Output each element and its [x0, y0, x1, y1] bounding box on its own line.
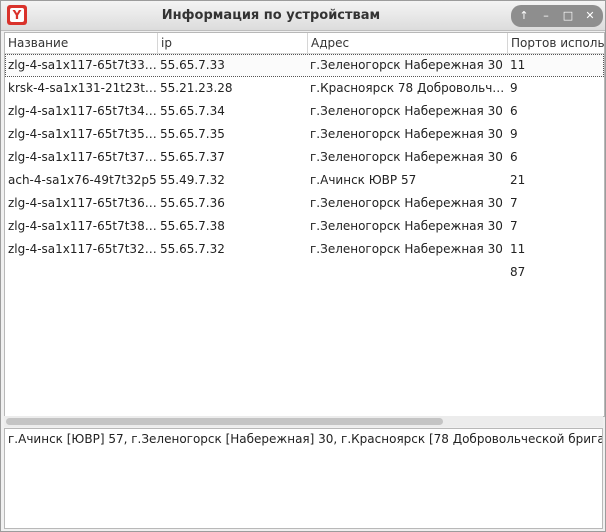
table-row[interactable]: zlg-4-sa1x117-65t7t37p6 55.65.7.37 г.Зелен…: [5, 146, 604, 169]
summary-text-area[interactable]: г.Ачинск [ЮВР] 57, г.Зеленогорск [Набере…: [4, 428, 603, 529]
cell-ports: 7: [510, 219, 518, 233]
cell-ports: 6: [510, 150, 518, 164]
window-title: Информация по устройствам: [161, 8, 381, 23]
column-header-address[interactable]: Адрес: [307, 33, 507, 53]
keep-above-button[interactable]: ↑: [513, 5, 535, 27]
device-info-window: Y Информация по устройствам ↑ – □ ✕ Назв…: [0, 0, 606, 532]
cell-name: zlg-4-sa1x117-65t7t33p2: [8, 58, 157, 72]
cell-ip: 55.65.7.36: [160, 196, 225, 210]
cell-address: г.Зеленогорск Набережная 30: [310, 104, 503, 118]
column-header-name[interactable]: Название: [5, 33, 157, 53]
table-row[interactable]: ach-4-sa1x76-49t7t32p5 55.49.7.32 г.Ачинск…: [5, 169, 604, 192]
cell-address: г.Зеленогорск Набережная 30: [310, 219, 503, 233]
minimize-button[interactable]: –: [535, 5, 557, 27]
cell-address: г.Зеленогорск Набережная 30: [310, 58, 503, 72]
cell-ip: [157, 261, 307, 284]
cell-name: zlg-4-sa1x117-65t7t38p7: [8, 219, 157, 233]
table-row[interactable]: zlg-4-sa1x117-65t7t36p5 55.65.7.36 г.Зелен…: [5, 192, 604, 215]
cell-address: г.Зеленогорск Набережная 30: [310, 196, 503, 210]
table-row[interactable]: zlg-4-sa1x117-65t7t34p3 55.65.7.34 г.Зелен…: [5, 100, 604, 123]
cell-ports: 7: [510, 196, 518, 210]
cell-ports: 9: [510, 127, 518, 141]
column-header-ports[interactable]: Портов использовано: [507, 33, 604, 53]
devices-table[interactable]: Название ip Адрес Портов использовано zl…: [4, 32, 605, 417]
scrollbar-thumb[interactable]: [6, 418, 443, 425]
cell-ip: 55.21.23.28: [160, 81, 233, 95]
close-button[interactable]: ✕: [579, 5, 601, 27]
cell-name: [5, 261, 157, 284]
cell-ports: 9: [510, 81, 518, 95]
maximize-button[interactable]: □: [557, 5, 579, 27]
table-row[interactable]: 87: [5, 261, 604, 284]
table-row[interactable]: zlg-4-sa1x117-65t7t33p2 55.65.7.33 г.Зелен…: [5, 54, 604, 77]
cell-name: ach-4-sa1x76-49t7t32p5: [8, 173, 157, 187]
window-controls: ↑ – □ ✕: [511, 5, 603, 27]
cell-ip: 55.49.7.32: [160, 173, 225, 187]
cell-ip: 55.65.7.38: [160, 219, 225, 233]
cell-address: г.Зеленогорск Набережная 30: [310, 242, 503, 256]
cell-name: krsk-4-sa1x131-21t23t2...: [8, 81, 157, 95]
table-row[interactable]: zlg-4-sa1x117-65t7t32p1 55.65.7.32 г.Зелен…: [5, 238, 604, 261]
horizontal-scrollbar[interactable]: [4, 416, 603, 427]
cell-name: zlg-4-sa1x117-65t7t34p3: [8, 104, 157, 118]
cell-ports: 21: [510, 173, 526, 187]
cell-name: zlg-4-sa1x117-65t7t37p6: [8, 150, 157, 164]
cell-ip: 55.65.7.34: [160, 104, 225, 118]
cell-name: zlg-4-sa1x117-65t7t32p1: [8, 242, 157, 256]
cell-address: г.Зеленогорск Набережная 30: [310, 127, 503, 141]
cell-address: г.Красноярск 78 Добровольческ...: [310, 81, 507, 95]
cell-ip: 55.65.7.32: [160, 242, 225, 256]
cell-ports: 6: [510, 104, 518, 118]
cell-address: [307, 261, 507, 284]
table-row[interactable]: zlg-4-sa1x117-65t7t38p7 55.65.7.38 г.Зелен…: [5, 215, 604, 238]
title-bar[interactable]: Y Информация по устройствам ↑ – □ ✕: [1, 1, 605, 31]
cell-address: г.Зеленогорск Набережная 30: [310, 150, 503, 164]
table-header: Название ip Адрес Портов использовано: [5, 33, 604, 54]
column-header-ip[interactable]: ip: [157, 33, 307, 53]
cell-ports: 11: [510, 242, 526, 256]
cell-address: г.Ачинск ЮВР 57: [310, 173, 417, 187]
cell-ports: 11: [510, 58, 526, 72]
cell-ip: 55.65.7.37: [160, 150, 225, 164]
cell-name: zlg-4-sa1x117-65t7t35p4: [8, 127, 157, 141]
cell-ip: 55.65.7.35: [160, 127, 225, 141]
table-row[interactable]: zlg-4-sa1x117-65t7t35p4 55.65.7.35 г.Зелен…: [5, 123, 604, 146]
cell-ports: 87: [510, 265, 526, 279]
cell-name: zlg-4-sa1x117-65t7t36p5: [8, 196, 157, 210]
table-row[interactable]: krsk-4-sa1x131-21t23t2... 55.21.23.28 г.Кр…: [5, 77, 604, 100]
cell-ip: 55.65.7.33: [160, 58, 225, 72]
